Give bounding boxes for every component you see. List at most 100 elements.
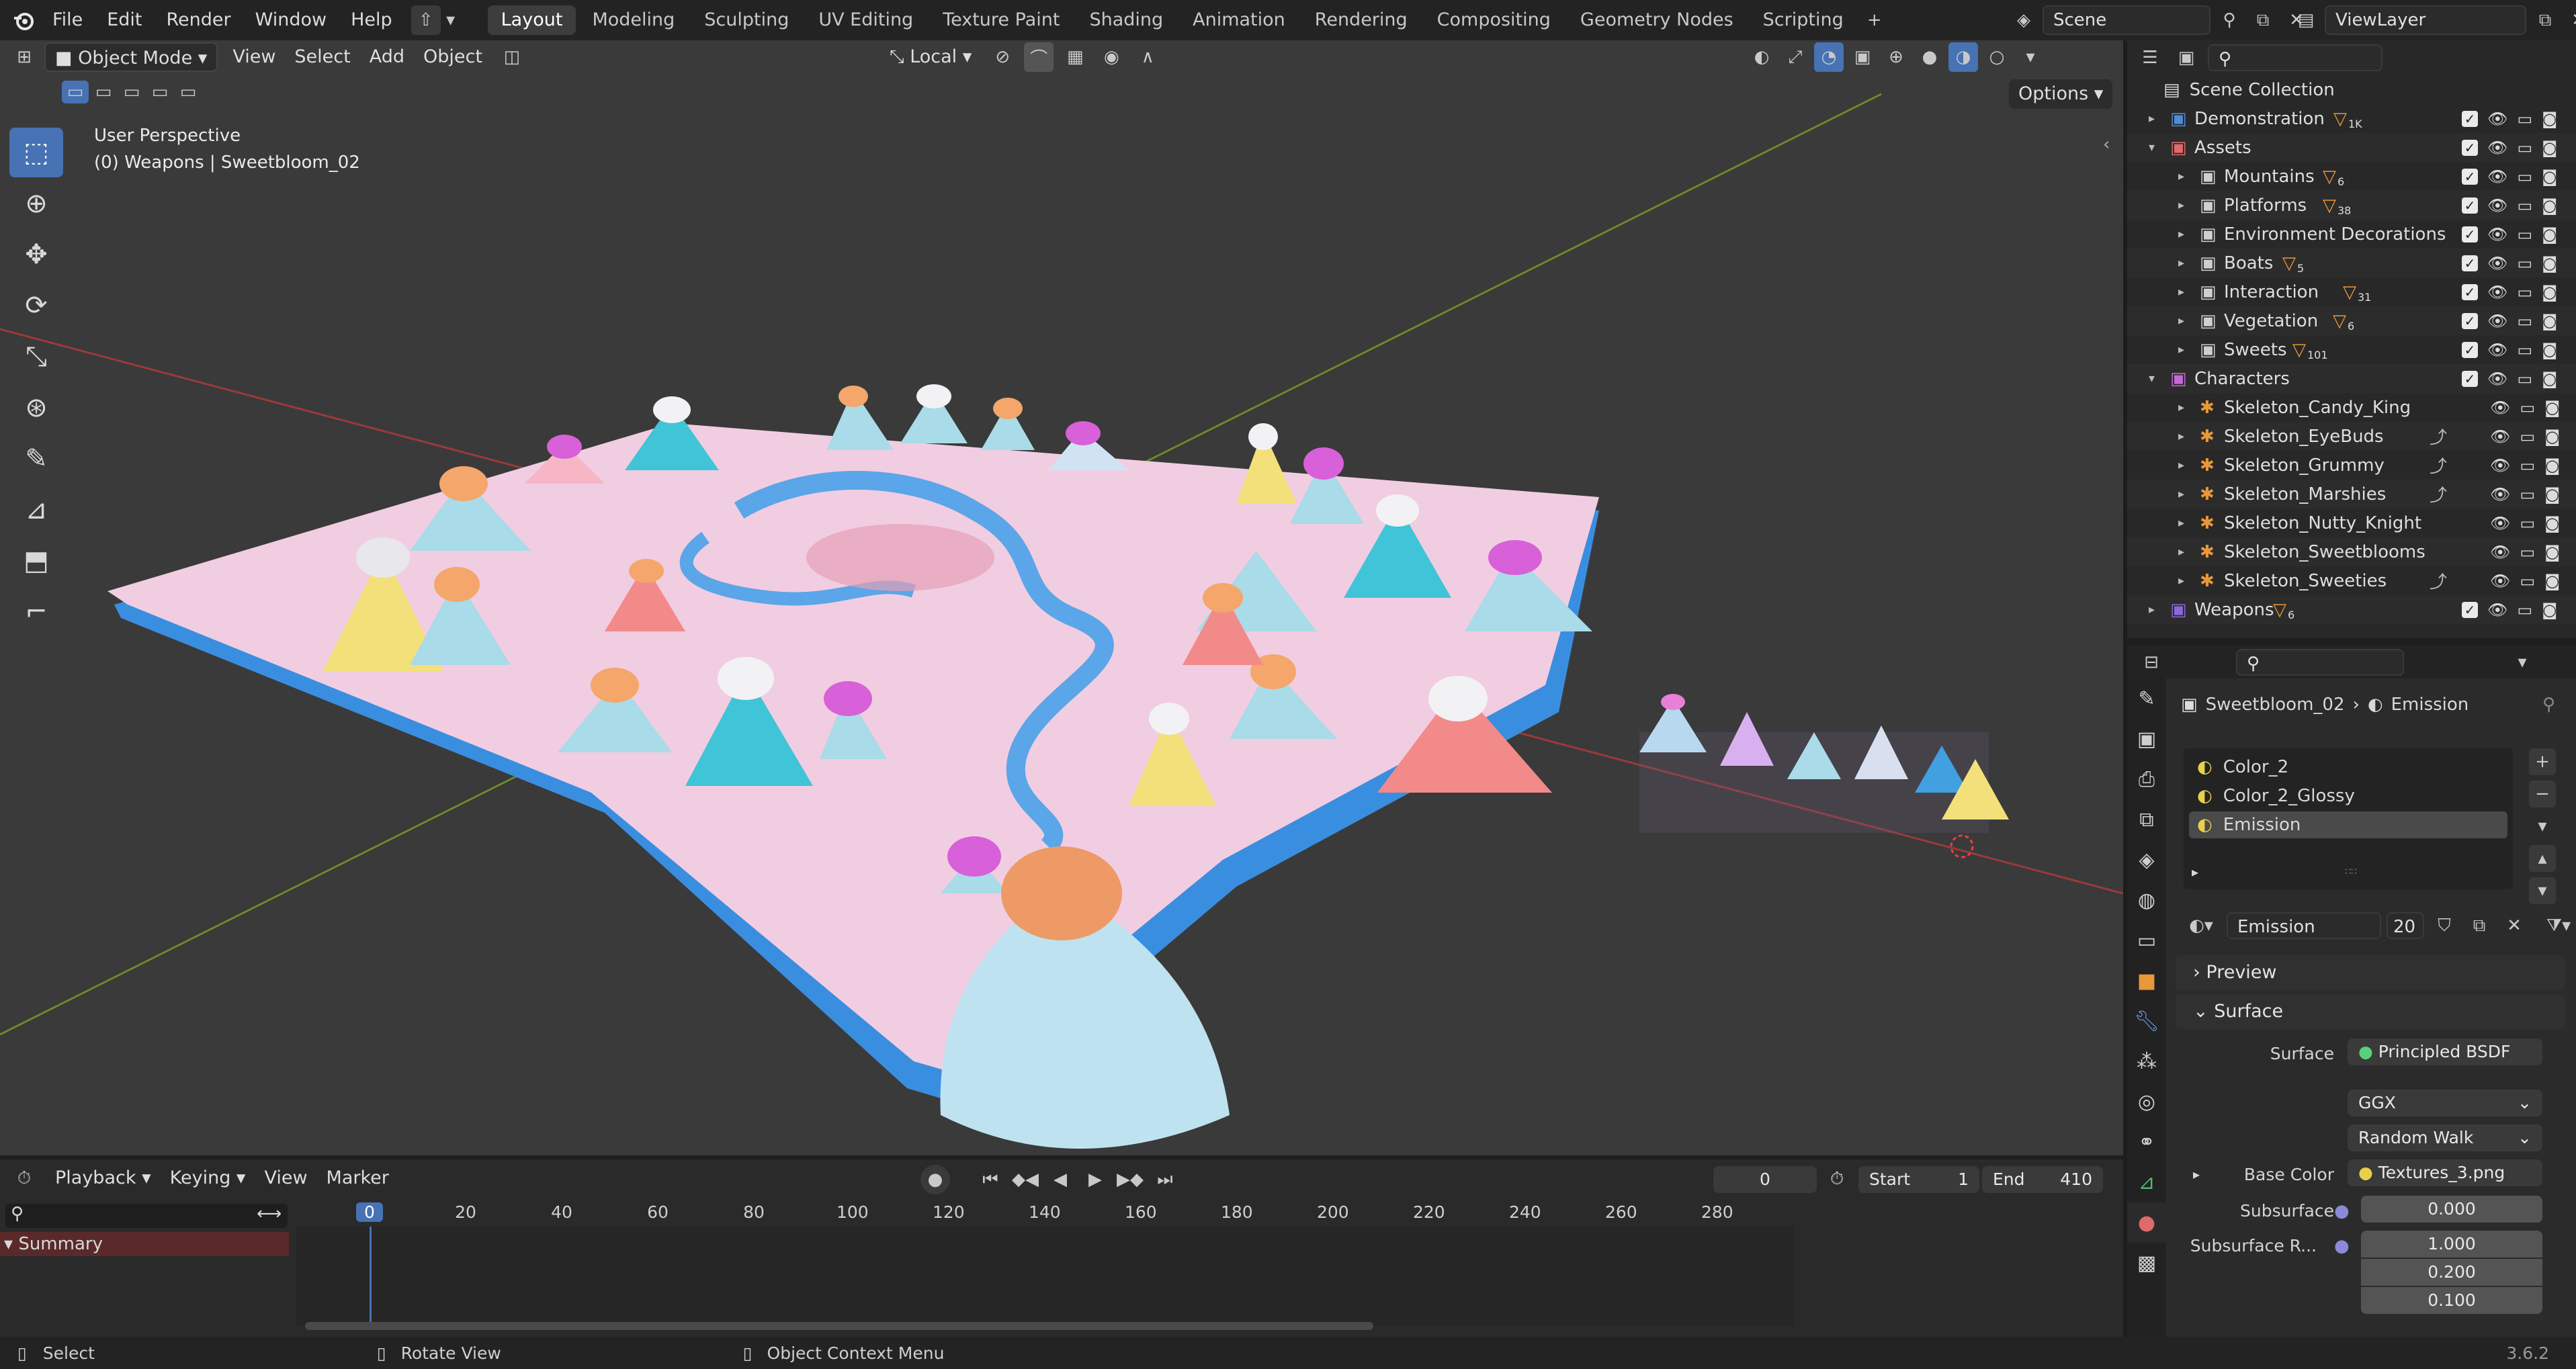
monitor-icon[interactable]: ▭ xyxy=(2517,254,2532,273)
expand-icon[interactable]: ▸ xyxy=(2178,574,2184,588)
exclude-checkbox[interactable]: ✓ xyxy=(2462,197,2478,214)
outliner-row-demonstration[interactable]: ▸ ▣ Demonstration ▽ 1K ✓ 👁︎ ▭ ◙ xyxy=(2127,104,2576,133)
outliner-row-boats[interactable]: ▸ ▣ Boats ▽ 5 ✓ 👁︎ ▭ ◙ xyxy=(2127,249,2576,277)
move-up-icon[interactable]: ▴ xyxy=(2529,845,2556,872)
eye-icon[interactable]: 👁︎ xyxy=(2490,485,2510,504)
eye-icon[interactable]: 👁︎ xyxy=(2487,341,2507,359)
material-name-field[interactable]: Emission xyxy=(2227,912,2381,939)
eye-icon[interactable]: 👁︎ xyxy=(2487,312,2507,330)
viewlayer-icon[interactable]: ▤ xyxy=(2291,5,2321,35)
world-tab-icon[interactable]: ◍ xyxy=(2127,880,2166,920)
eye-icon[interactable]: 👁︎ xyxy=(2487,283,2507,302)
frame-ruler[interactable]: 0 20 40 60 80 100 120 140 160 180 200 220 240 260 280 xyxy=(296,1200,1794,1227)
move-icon[interactable]: ✥ xyxy=(9,230,63,279)
outliner-row-platforms[interactable]: ▸ ▣ Platforms ▽ 38 ✓ 👁︎ ▭ ◙ xyxy=(2127,191,2576,220)
eye-icon[interactable]: 👁︎ xyxy=(2490,572,2510,590)
outliner-row-skeleton-candy-king[interactable]: ▸ ✱ Skeleton_Candy_King 👁︎ ▭ ◙ xyxy=(2127,393,2576,422)
visibility-icon[interactable]: ◐ xyxy=(1747,42,1776,72)
tab-animation[interactable]: Animation xyxy=(1179,5,1299,35)
expand-icon[interactable]: ▸ xyxy=(2178,487,2184,501)
expand-icon[interactable]: ▸ xyxy=(2178,227,2184,241)
shear-icon[interactable]: ⌐ xyxy=(9,587,63,637)
playhead-line[interactable] xyxy=(370,1227,372,1327)
monitor-icon[interactable]: ▭ xyxy=(2517,167,2532,186)
mode-dropdown[interactable]: ■ Object Mode ▾ xyxy=(44,42,218,72)
monitor-icon[interactable]: ▭ xyxy=(2517,601,2532,619)
fake-user-icon[interactable]: ⛉ xyxy=(2430,911,2459,940)
exclude-checkbox[interactable]: ✓ xyxy=(2462,312,2478,329)
add-cube-icon[interactable]: ⬒ xyxy=(9,536,63,586)
3d-viewport[interactable]: ⊞ ■ Object Mode ▾ View Select Add Object ◫ … xyxy=(0,40,2123,1155)
camera-icon[interactable]: ◙ xyxy=(2542,601,2557,619)
timeline-menu-keying[interactable]: Keying ▾ xyxy=(161,1163,255,1193)
upload-icon[interactable]: ⇧ xyxy=(411,5,441,35)
distribution-dropdown[interactable]: GGX ⌄ xyxy=(2348,1090,2542,1116)
viewlayer-field[interactable]: ViewLayer xyxy=(2325,5,2526,35)
eye-icon[interactable]: 👁︎ xyxy=(2487,369,2507,388)
camera-icon[interactable]: ◙ xyxy=(2544,572,2560,590)
camera-icon[interactable]: ◙ xyxy=(2542,167,2557,186)
camera-icon[interactable]: ◙ xyxy=(2542,341,2557,359)
subsurface-radius-socket-icon[interactable]: ● xyxy=(2334,1236,2350,1256)
timeline-track-area[interactable] xyxy=(296,1227,1794,1326)
constraints-tab-icon[interactable]: ⚭ xyxy=(2127,1122,2166,1162)
monitor-icon[interactable]: ▭ xyxy=(2520,398,2535,417)
data-tab-icon[interactable]: ⊿ xyxy=(2127,1162,2166,1202)
outliner-row-interaction[interactable]: ▸ ▣ Interaction ▽ 31 ✓ 👁︎ ▭ ◙ xyxy=(2127,277,2576,306)
particles-tab-icon[interactable]: ⁂ xyxy=(2127,1041,2166,1081)
expand-icon[interactable]: ▸ xyxy=(2192,864,2198,880)
subsurface-radius-z[interactable]: 0.100 xyxy=(2361,1287,2542,1314)
outliner-row-skeleton-grummy[interactable]: ▸ ✱ Skeleton_Grummy ⤴ 👁︎ ▭ ◙ xyxy=(2127,451,2576,480)
outliner-row-assets[interactable]: ▾ ▣ Assets ✓ 👁︎ ▭ ◙ xyxy=(2127,133,2576,162)
camera-icon[interactable]: ◙ xyxy=(2542,254,2557,273)
monitor-icon[interactable]: ▭ xyxy=(2520,456,2535,475)
expand-icon[interactable]: ▸ xyxy=(2178,458,2184,472)
outliner-row-mountains[interactable]: ▸ ▣ Mountains ▽ 6 ✓ 👁︎ ▭ ◙ xyxy=(2127,162,2576,191)
outliner-editor-icon[interactable]: ☰ xyxy=(2135,43,2165,73)
tab-rendering[interactable]: Rendering xyxy=(1301,5,1421,35)
timeline-scrollbar[interactable] xyxy=(305,1322,1373,1330)
move-down-icon[interactable]: ▾ xyxy=(2529,877,2556,904)
monitor-icon[interactable]: ▭ xyxy=(2520,485,2535,504)
subsurface-socket-icon[interactable]: ● xyxy=(2334,1201,2350,1221)
outliner-search-input[interactable]: ⚲ xyxy=(2208,44,2382,71)
modifier-tab-icon[interactable]: 🔧︎ xyxy=(2127,1001,2166,1041)
remove-viewlayer-icon[interactable]: ✕ xyxy=(2564,5,2576,35)
subsurface-value-field[interactable]: 0.000 xyxy=(2361,1196,2542,1223)
select-intersect-icon[interactable]: ▭ xyxy=(175,81,202,103)
exclude-checkbox[interactable]: ✓ xyxy=(2462,226,2478,242)
select-box-icon[interactable]: ⬚ xyxy=(9,128,63,177)
exclude-checkbox[interactable]: ✓ xyxy=(2462,601,2478,618)
blender-logo-icon[interactable] xyxy=(7,5,40,35)
material-slot-color-2[interactable]: ◐ Color_2 xyxy=(2189,754,2507,781)
eye-icon[interactable]: 👁︎ xyxy=(2487,601,2507,619)
eye-icon[interactable]: 👁︎ xyxy=(2487,225,2507,244)
menu-render[interactable]: Render xyxy=(154,0,243,40)
camera-icon[interactable]: ◙ xyxy=(2542,196,2557,215)
scene-field[interactable]: Scene xyxy=(2043,5,2210,35)
collapse-icon[interactable]: ▾ xyxy=(2149,140,2155,154)
snap-target-icon[interactable]: ▦ xyxy=(1060,42,1090,72)
exclude-checkbox[interactable]: ✓ xyxy=(2462,110,2478,127)
pin-icon[interactable]: ⚲ xyxy=(2215,5,2244,35)
exclude-checkbox[interactable]: ✓ xyxy=(2462,283,2478,300)
select-invert-icon[interactable]: ▭ xyxy=(146,81,173,103)
scene-collection-row[interactable]: ▤ Scene Collection xyxy=(2127,75,2576,104)
next-keyframe-icon[interactable]: ▶◆ xyxy=(1115,1165,1145,1194)
options-button[interactable]: Options ▾ xyxy=(2009,79,2113,109)
add-slot-icon[interactable]: + xyxy=(2529,748,2556,775)
camera-icon[interactable]: ◙ xyxy=(2544,514,2560,533)
expand-icon[interactable]: ▸ xyxy=(2178,545,2184,559)
viewport-menu-add[interactable]: Add xyxy=(360,42,414,72)
current-frame-field[interactable]: 0 xyxy=(1713,1166,1817,1193)
camera-icon[interactable]: ◙ xyxy=(2542,283,2557,302)
camera-icon[interactable]: ◙ xyxy=(2542,138,2557,157)
eye-icon[interactable]: 👁︎ xyxy=(2487,109,2507,128)
monitor-icon[interactable]: ▭ xyxy=(2517,225,2532,244)
camera-icon[interactable]: ◙ xyxy=(2544,456,2560,475)
properties-editor-icon[interactable]: ⊟ xyxy=(2137,648,2166,677)
browse-material-icon[interactable]: ◐▾ xyxy=(2181,911,2221,940)
subsurface-radius-x[interactable]: 1.000 xyxy=(2361,1231,2542,1257)
sidebar-toggle-icon[interactable]: ‹ xyxy=(2103,134,2110,154)
eye-icon[interactable]: 👁︎ xyxy=(2487,167,2507,186)
